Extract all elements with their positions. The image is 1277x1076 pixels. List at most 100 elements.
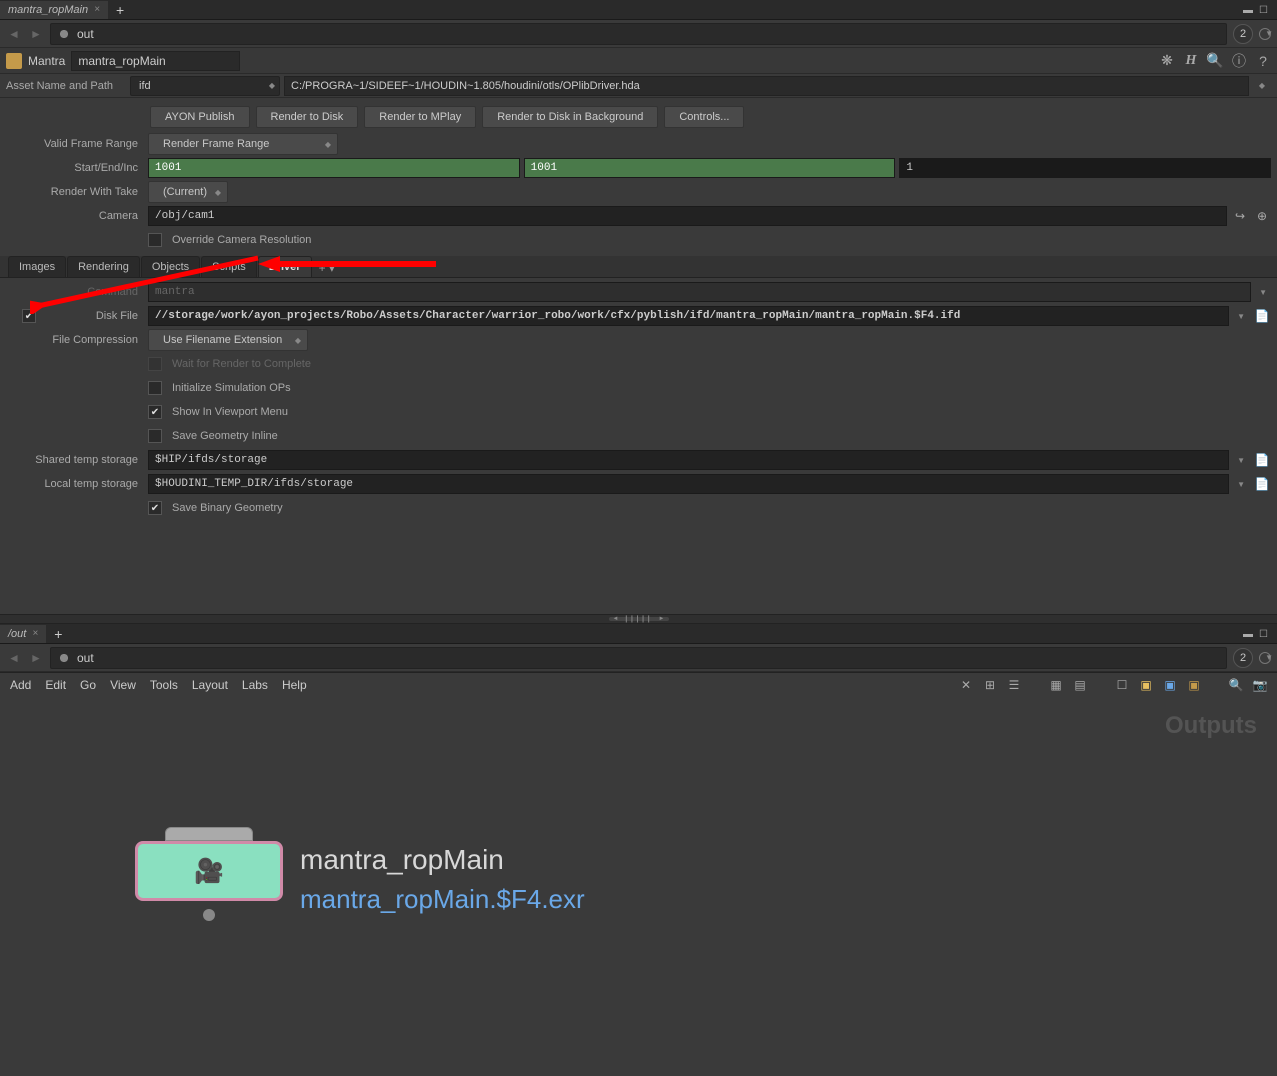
node-name-input[interactable]	[71, 51, 240, 71]
folder-icon[interactable]: ▣	[1187, 678, 1201, 692]
info-icon[interactable]: ⓘ	[1231, 53, 1247, 69]
start-frame-input[interactable]	[148, 158, 520, 178]
pin-badge[interactable]: 2	[1233, 24, 1253, 44]
pane-tab[interactable]: mantra_ropMain ×	[0, 1, 108, 19]
op-chooser-icon[interactable]: ⊕	[1253, 207, 1271, 225]
ayon-publish-button[interactable]: AYON Publish	[150, 106, 250, 128]
menu-tools[interactable]: Tools	[150, 678, 178, 692]
chevron-down-icon[interactable]: ▼	[1237, 312, 1245, 321]
tree-icon[interactable]: ⊞	[983, 678, 997, 692]
chevron-down-icon[interactable]: ▼	[1237, 456, 1245, 465]
h-icon[interactable]: H	[1183, 53, 1199, 69]
asset-name-dropdown[interactable]: ifd◆	[130, 76, 280, 96]
camera-input[interactable]	[148, 206, 1227, 226]
back-icon[interactable]: ◄	[6, 650, 22, 666]
node-output-dot[interactable]	[203, 909, 215, 921]
back-icon[interactable]: ◄	[6, 26, 22, 42]
chevron-down-icon[interactable]: ▼	[1265, 653, 1273, 662]
window-controls: ▬ ☐	[1243, 629, 1277, 639]
tab-rendering[interactable]: Rendering	[67, 256, 140, 277]
render-to-mplay-button[interactable]: Render to MPlay	[364, 106, 476, 128]
tab-images[interactable]: Images	[8, 256, 66, 277]
inc-input[interactable]	[899, 158, 1271, 178]
forward-icon[interactable]: ►	[28, 650, 44, 666]
init-sim-checkbox[interactable]	[148, 381, 162, 395]
controls-button[interactable]: Controls...	[664, 106, 744, 128]
pane-tab[interactable]: /out ×	[0, 625, 46, 643]
tab-objects[interactable]: Objects	[141, 256, 200, 277]
asset-path-field[interactable]: C:/PROGRA~1/SIDEEF~1/HOUDIN~1.805/houdin…	[284, 76, 1249, 96]
note-icon[interactable]: ▣	[1139, 678, 1153, 692]
param-tabs: Images Rendering Objects Scripts Driver …	[0, 256, 1277, 278]
file-chooser-icon[interactable]: 📄	[1253, 475, 1271, 493]
chevron-down-icon[interactable]: ▼	[1237, 480, 1245, 489]
valid-frame-dropdown[interactable]: Render Frame Range◆	[148, 133, 338, 155]
local-temp-label: Local temp storage	[6, 478, 144, 490]
camera-row: Camera ↪ ⊕	[0, 204, 1277, 228]
lower-path-input[interactable]: out ▼	[50, 647, 1227, 669]
gear-icon[interactable]: ❋	[1159, 53, 1175, 69]
rop-node[interactable]: 🎥	[135, 841, 283, 901]
render-background-button[interactable]: Render to Disk in Background	[482, 106, 658, 128]
disk-file-input[interactable]	[148, 306, 1229, 326]
menu-layout[interactable]: Layout	[192, 678, 228, 692]
save-geo-checkbox[interactable]	[148, 429, 162, 443]
lower-nav-bar: ◄ ► out ▼ 2	[0, 644, 1277, 672]
pane-splitter[interactable]: ◄┃┃┃┃┃►	[0, 614, 1277, 624]
menu-labs[interactable]: Labs	[242, 678, 268, 692]
list-icon[interactable]: ☰	[1007, 678, 1021, 692]
path-input[interactable]: out ▼	[50, 23, 1227, 45]
file-chooser-icon[interactable]: 📄	[1253, 451, 1271, 469]
command-row: Command ▼	[0, 280, 1277, 304]
minimize-icon[interactable]: ▬	[1243, 5, 1255, 15]
disk-file-checkbox[interactable]	[22, 309, 36, 323]
tab-driver[interactable]: Driver	[258, 256, 312, 277]
local-temp-input[interactable]	[148, 474, 1229, 494]
maximize-icon[interactable]: ☐	[1259, 5, 1271, 15]
menu-go[interactable]: Go	[80, 678, 96, 692]
override-res-checkbox[interactable]	[148, 233, 162, 247]
search-icon[interactable]: 🔍	[1229, 678, 1243, 692]
menu-view[interactable]: View	[110, 678, 136, 692]
minimize-icon[interactable]: ▬	[1243, 629, 1255, 639]
take-dropdown[interactable]: (Current)◆	[148, 181, 228, 203]
help-icon[interactable]: ?	[1255, 53, 1271, 69]
save-bin-checkbox[interactable]	[148, 501, 162, 515]
maximize-icon[interactable]: ☐	[1259, 629, 1271, 639]
node-body[interactable]: 🎥	[135, 841, 283, 901]
tab-label: mantra_ropMain	[8, 4, 88, 16]
viewport-checkbox[interactable]	[148, 405, 162, 419]
box-icon[interactable]: ☐	[1115, 678, 1129, 692]
camera-icon[interactable]: 📷	[1253, 678, 1267, 692]
render-to-disk-button[interactable]: Render to Disk	[256, 106, 359, 128]
file-chooser-icon[interactable]: 📄	[1253, 307, 1271, 325]
chevron-down-icon[interactable]: ◆	[1259, 81, 1265, 90]
pin-badge[interactable]: 2	[1233, 648, 1253, 668]
valid-frame-range-row: Valid Frame Range Render Frame Range◆	[0, 132, 1277, 156]
grid-icon[interactable]: ▦	[1049, 678, 1063, 692]
jump-icon[interactable]: ↪	[1231, 207, 1249, 225]
add-tab-button[interactable]: +	[46, 626, 70, 642]
file-compression-dropdown[interactable]: Use Filename Extension◆	[148, 329, 308, 351]
menu-help[interactable]: Help	[282, 678, 307, 692]
close-icon[interactable]: ×	[94, 4, 100, 15]
add-tab-icon[interactable]: + ▾	[313, 259, 341, 277]
grid2-icon[interactable]: ▤	[1073, 678, 1087, 692]
save-bin-row: Save Binary Geometry	[0, 496, 1277, 520]
shared-temp-input[interactable]	[148, 450, 1229, 470]
add-tab-button[interactable]: +	[108, 2, 132, 18]
close-icon[interactable]: ×	[32, 628, 38, 639]
disk-file-row: Disk File ▼ 📄	[0, 304, 1277, 328]
end-frame-input[interactable]	[524, 158, 896, 178]
menu-add[interactable]: Add	[10, 678, 31, 692]
network-view[interactable]: Outputs 🎥 mantra_ropMain mantra_ropMain.…	[0, 696, 1277, 1076]
forward-icon[interactable]: ►	[28, 26, 44, 42]
search-icon[interactable]: 🔍	[1207, 53, 1223, 69]
node-input-slot[interactable]	[165, 827, 253, 841]
wrench-icon[interactable]: ✕	[959, 678, 973, 692]
chevron-down-icon[interactable]: ▼	[1265, 29, 1273, 38]
chevron-down-icon[interactable]: ▼	[1259, 288, 1267, 297]
image-icon[interactable]: ▣	[1163, 678, 1177, 692]
tab-scripts[interactable]: Scripts	[201, 256, 257, 277]
menu-edit[interactable]: Edit	[45, 678, 66, 692]
